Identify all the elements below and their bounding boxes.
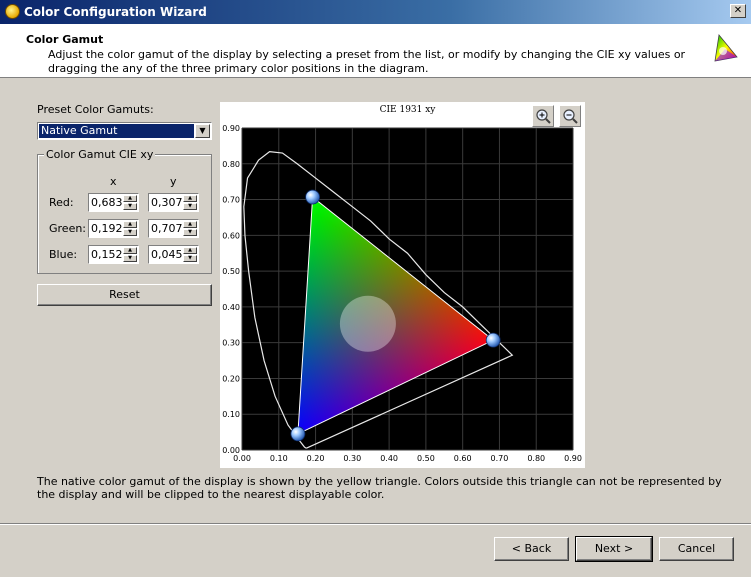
close-button[interactable]: ✕ <box>730 4 746 18</box>
blue-x-spinbox[interactable]: 0,152 ▲ ▼ <box>88 245 139 264</box>
x-tick-label: 0.10 <box>270 454 288 463</box>
zoom-out-button[interactable] <box>559 105 581 127</box>
primary-red-handle[interactable] <box>485 332 501 348</box>
spin-down-icon[interactable]: ▼ <box>183 203 197 210</box>
chevron-down-icon[interactable]: ▼ <box>195 124 210 138</box>
cancel-button[interactable]: Cancel <box>659 537 734 561</box>
white-point-glow <box>339 295 396 352</box>
y-tick-label: 0.00 <box>222 446 240 455</box>
spin-down-icon[interactable]: ▼ <box>183 229 197 236</box>
next-button[interactable]: Next > <box>575 536 653 562</box>
blue-y-spinbox[interactable]: 0,045 ▲ ▼ <box>148 245 199 264</box>
footer-divider-highlight <box>0 524 751 525</box>
primary-green-handle[interactable] <box>305 189 321 205</box>
x-tick-label: 0.00 <box>233 454 251 463</box>
blue-row-label: Blue: <box>49 248 78 261</box>
spin-up-icon[interactable]: ▲ <box>183 221 197 228</box>
preset-gamut-select[interactable]: Native Gamut ▼ <box>37 122 212 140</box>
app-icon <box>5 4 20 19</box>
spin-up-icon[interactable]: ▲ <box>183 195 197 202</box>
red-y-value: 0,307 <box>151 196 183 209</box>
red-x-value: 0,683 <box>91 196 123 209</box>
green-y-value: 0,707 <box>151 222 183 235</box>
y-tick-label: 0.40 <box>222 303 240 312</box>
wizard-header: Color Gamut Adjust the color gamut of th… <box>0 24 751 78</box>
red-y-spinbox[interactable]: 0,307 ▲ ▼ <box>148 193 199 212</box>
back-button[interactable]: < Back <box>494 537 569 561</box>
y-tick-label: 0.20 <box>222 374 240 383</box>
x-tick-label: 0.50 <box>417 454 435 463</box>
green-x-spinbox[interactable]: 0,192 ▲ ▼ <box>88 219 139 238</box>
green-row-label: Green: <box>49 222 87 235</box>
y-tick-label: 0.50 <box>222 267 240 276</box>
spin-down-icon[interactable]: ▼ <box>123 203 137 210</box>
footer-note: The native color gamut of the display is… <box>37 475 722 501</box>
blue-x-value: 0,152 <box>91 248 123 261</box>
column-x-label: x <box>110 175 117 188</box>
spin-up-icon[interactable]: ▲ <box>183 247 197 254</box>
cie-chart[interactable]: CIE 1931 xy 0.00 0.10 0.20 0.30 0.40 0.50 0.60 0… <box>220 102 585 468</box>
primary-blue-handle[interactable] <box>290 426 306 442</box>
page-description: Adjust the color gamut of the display by… <box>48 48 686 75</box>
preset-label: Preset Color Gamuts: <box>37 103 154 116</box>
x-tick-label: 0.20 <box>307 454 325 463</box>
y-tick-label: 0.60 <box>222 231 240 240</box>
red-row-label: Red: <box>49 196 74 209</box>
green-y-spinbox[interactable]: 0,707 ▲ ▼ <box>148 219 199 238</box>
green-x-value: 0,192 <box>91 222 123 235</box>
title-bar: Color Configuration Wizard ✕ <box>0 0 751 24</box>
column-y-label: y <box>170 175 177 188</box>
page-title: Color Gamut <box>26 33 104 46</box>
spin-up-icon[interactable]: ▲ <box>123 221 137 228</box>
groupbox-title: Color Gamut CIE xy <box>44 148 156 161</box>
y-tick-label: 0.70 <box>222 196 240 205</box>
cie-chart-panel: CIE 1931 xy 0.00 0.10 0.20 0.30 0.40 0.50 0.60 0… <box>220 102 585 468</box>
x-tick-label: 0.80 <box>527 454 545 463</box>
spin-down-icon[interactable]: ▼ <box>123 255 137 262</box>
reset-button[interactable]: Reset <box>37 284 212 306</box>
zoom-in-icon <box>536 109 551 124</box>
y-tick-label: 0.10 <box>222 410 240 419</box>
x-tick-label: 0.30 <box>343 454 361 463</box>
y-tick-label: 0.30 <box>222 339 240 348</box>
zoom-out-icon <box>563 109 578 124</box>
spin-up-icon[interactable]: ▲ <box>123 247 137 254</box>
y-tick-label: 0.80 <box>222 160 240 169</box>
color-wizard-logo-icon <box>714 34 738 62</box>
spin-up-icon[interactable]: ▲ <box>123 195 137 202</box>
window-title: Color Configuration Wizard <box>24 5 207 19</box>
preset-selected-value: Native Gamut <box>39 124 194 138</box>
red-x-spinbox[interactable]: 0,683 ▲ ▼ <box>88 193 139 212</box>
spin-down-icon[interactable]: ▼ <box>183 255 197 262</box>
x-tick-label: 0.40 <box>380 454 398 463</box>
x-tick-label: 0.90 <box>564 454 582 463</box>
spin-down-icon[interactable]: ▼ <box>123 229 137 236</box>
zoom-in-button[interactable] <box>532 105 554 127</box>
y-tick-label: 0.90 <box>222 124 240 133</box>
x-tick-label: 0.70 <box>491 454 509 463</box>
x-tick-label: 0.60 <box>454 454 472 463</box>
chart-title: CIE 1931 xy <box>380 105 437 115</box>
blue-y-value: 0,045 <box>151 248 183 261</box>
